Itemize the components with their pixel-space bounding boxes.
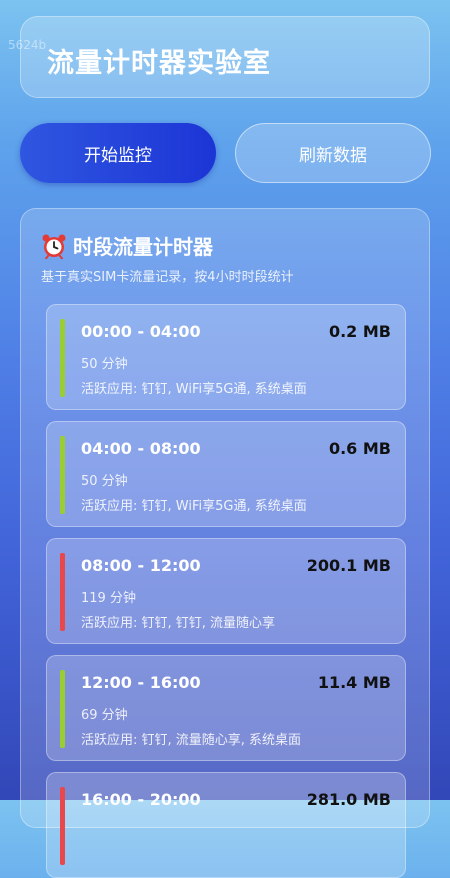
slot-duration: 119 分钟 (81, 591, 136, 606)
panel-header: 时段流量计时器 (41, 231, 213, 260)
status-bar (60, 436, 65, 514)
slot-duration: 50 分钟 (81, 474, 128, 489)
slot-usage: 0.6 MB (328, 439, 391, 458)
app-title: 流量计时器实验室 (47, 48, 271, 79)
panel-title: 时段流量计时器 (73, 235, 213, 259)
slot-usage: 11.4 MB (317, 673, 391, 692)
slot-duration: 69 分钟 (81, 708, 128, 723)
slot-time-range: 00:00 - 04:00 (81, 322, 201, 341)
slot-duration: 50 分钟 (81, 357, 128, 372)
slot-active-apps: 活跃应用: 钉钉, 流量随心享, 系统桌面 (81, 733, 302, 748)
status-bar (60, 319, 65, 397)
time-slot-panel: 时段流量计时器 基于真实SIM卡流量记录，按4小时时段统计 00:00 - 04… (20, 208, 430, 878)
refresh-data-button[interactable]: 刷新数据 (235, 123, 431, 183)
slot-active-apps: 活跃应用: 钉钉, 钉钉, 流量随心享 (81, 616, 276, 631)
time-slot-card[interactable]: 04:00 - 08:00 0.6 MB 50 分钟 活跃应用: 钉钉, WiF… (46, 421, 406, 527)
slot-time-range: 08:00 - 12:00 (81, 556, 201, 575)
status-bar (60, 553, 65, 631)
status-bar (60, 787, 65, 865)
time-slot-card[interactable]: 08:00 - 12:00 200.1 MB 119 分钟 活跃应用: 钉钉, … (46, 538, 406, 644)
slot-time-range: 12:00 - 16:00 (81, 673, 201, 692)
start-monitor-button[interactable]: 开始监控 (20, 123, 216, 183)
time-slot-card[interactable]: 00:00 - 04:00 0.2 MB 50 分钟 活跃应用: 钉钉, WiF… (46, 304, 406, 410)
title-card: 流量计时器实验室 (20, 16, 430, 98)
alarm-clock-icon (42, 234, 66, 259)
slot-time-range: 04:00 - 08:00 (81, 439, 201, 458)
time-slot-card[interactable]: 16:00 - 20:00 281.0 MB (46, 772, 406, 878)
panel-subtitle: 基于真实SIM卡流量记录，按4小时时段统计 (41, 270, 294, 285)
slot-active-apps: 活跃应用: 钉钉, WiFi享5G通, 系统桌面 (81, 499, 307, 514)
slot-usage: 200.1 MB (306, 556, 391, 575)
status-bar (60, 670, 65, 748)
slot-usage: 0.2 MB (328, 322, 391, 341)
time-slot-card[interactable]: 12:00 - 16:00 11.4 MB 69 分钟 活跃应用: 钉钉, 流量… (46, 655, 406, 761)
slot-active-apps: 活跃应用: 钉钉, WiFi享5G通, 系统桌面 (81, 382, 307, 397)
